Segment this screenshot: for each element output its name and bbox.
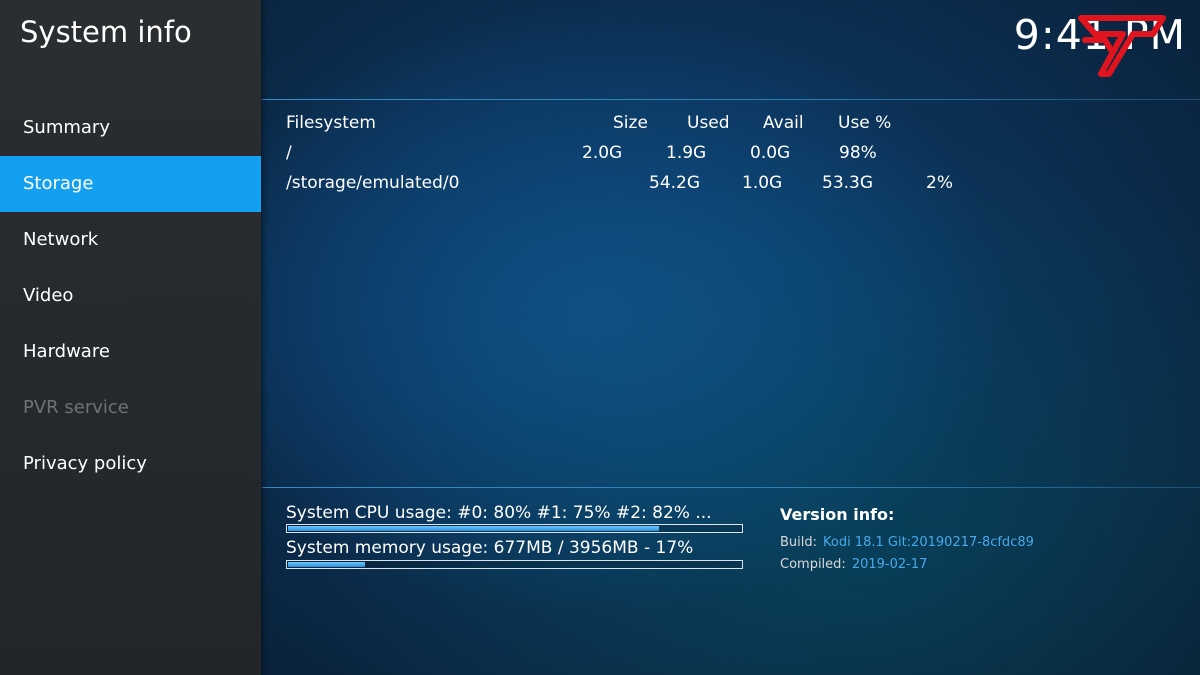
table-cell-avail: 0.0G	[750, 143, 791, 163]
column-header-use-pct: Use %	[838, 113, 892, 133]
table-cell-use-pct: 2%	[926, 173, 953, 193]
memory-usage-bar	[286, 560, 743, 569]
compiled-label: Compiled:	[780, 557, 846, 572]
kodi-system-info-screen: System info Summary Storage Network Vide…	[0, 0, 1200, 675]
table-cell-avail: 53.3G	[822, 173, 874, 193]
table-cell-used: 1.9G	[666, 143, 707, 163]
table-cell-filesystem: /	[286, 143, 292, 163]
memory-usage-bar-fill	[288, 562, 365, 567]
table-cell-size: 54.2G	[649, 173, 701, 193]
column-header-size: Size	[613, 113, 648, 133]
cpu-usage-label: System CPU usage: #0: 80% #1: 75% #2: 82…	[286, 503, 712, 523]
compiled-value: 2019-02-17	[851, 557, 928, 572]
table-cell-used: 1.0G	[742, 173, 783, 193]
column-header-filesystem: Filesystem	[286, 113, 376, 133]
build-label: Build:	[780, 535, 818, 550]
storage-table: Filesystem Size Used Avail Use % / 2.0G …	[0, 0, 1200, 490]
compiled-row: Compiled: 2019-02-17	[780, 556, 927, 574]
table-cell-filesystem: /storage/emulated/0	[286, 173, 460, 193]
column-header-avail: Avail	[763, 113, 804, 133]
table-cell-use-pct: 98%	[839, 143, 877, 163]
build-row: Build: Kodi 18.1 Git:20190217-8cfdc89	[780, 534, 1034, 552]
build-value: Kodi 18.1 Git:20190217-8cfdc89	[823, 535, 1034, 550]
memory-usage-label: System memory usage: 677MB / 3956MB - 17…	[286, 538, 694, 558]
version-info-title: Version info:	[780, 505, 895, 524]
cpu-usage-bar-fill	[288, 526, 660, 531]
table-cell-size: 2.0G	[582, 143, 623, 163]
rd-logo-watermark-icon	[1078, 15, 1166, 77]
column-header-used: Used	[687, 113, 730, 133]
cpu-usage-bar	[286, 524, 743, 533]
